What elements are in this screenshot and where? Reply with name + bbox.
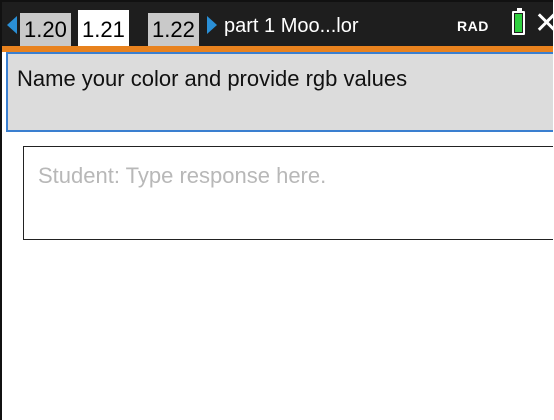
calculator-screen: 1.20 1.21 1.22 part 1 Moo...lor RAD ✕ Na… [0,0,553,420]
tab-1-21[interactable]: 1.21 [78,10,129,47]
response-field[interactable]: Student: Type response here. [23,146,553,240]
angle-mode-indicator: RAD [457,18,489,34]
response-placeholder: Student: Type response here. [38,163,327,188]
top-bar: 1.20 1.21 1.22 part 1 Moo...lor RAD ✕ [2,2,553,52]
tab-1-20[interactable]: 1.20 [20,13,71,46]
question-box: Name your color and provide rgb values [6,52,553,132]
document-title: part 1 Moo...lor [224,15,359,37]
battery-icon [512,8,525,35]
next-page-arrow-icon[interactable] [207,16,217,34]
tab-1-22[interactable]: 1.22 [148,13,199,46]
battery-level-fill [515,14,522,32]
question-text: Name your color and provide rgb values [17,66,408,91]
close-icon[interactable]: ✕ [534,6,553,42]
previous-page-arrow-icon[interactable] [7,16,17,34]
